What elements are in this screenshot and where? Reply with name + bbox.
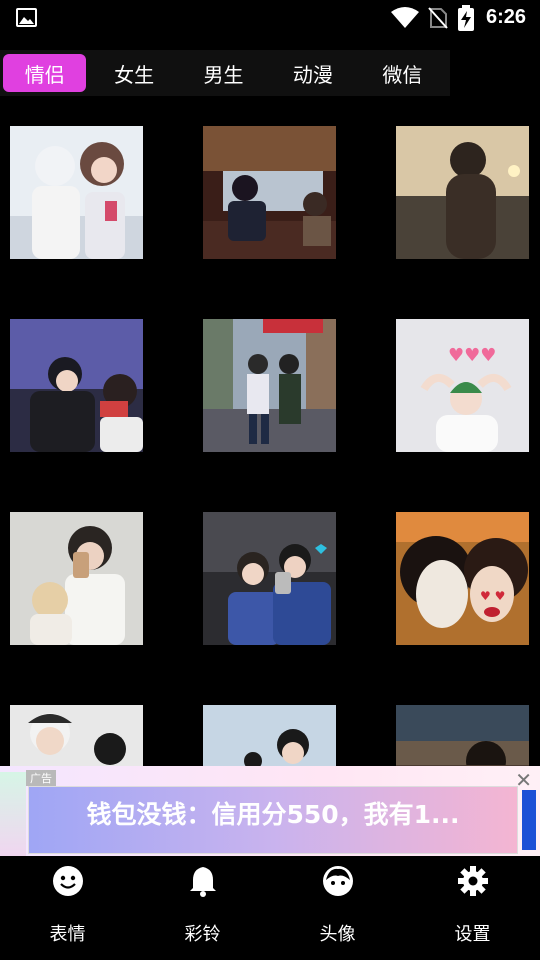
couple-avatar-3[interactable] (396, 126, 529, 259)
nav-settings[interactable]: 设置 (405, 856, 540, 960)
nav-ringtone-label: 彩铃 (184, 924, 221, 945)
tab-wechat[interactable]: 微信 (361, 54, 444, 92)
gear-icon (457, 866, 488, 896)
svg-text:♥ ♥: ♥ ♥ (480, 589, 505, 603)
avatar-face-icon (322, 866, 353, 896)
couple-avatar-5[interactable] (203, 319, 336, 452)
ad-decoration (0, 772, 26, 856)
image-icon (16, 8, 37, 27)
couple-avatar-11[interactable] (203, 705, 336, 766)
nav-avatar[interactable]: 头像 (270, 856, 405, 960)
nav-settings-label: 设置 (454, 924, 491, 945)
nav-avatar-label: 头像 (319, 924, 356, 945)
no-sim-icon (428, 7, 448, 29)
tab-girls[interactable]: 女生 (92, 54, 175, 92)
wifi-icon (391, 7, 419, 28)
couple-avatar-1[interactable] (10, 126, 143, 259)
couple-avatar-2[interactable] (203, 126, 336, 259)
couple-avatar-9[interactable]: ♥ ♥ (396, 512, 529, 645)
tab-couple[interactable]: 情侣 (3, 54, 87, 92)
couple-avatar-8[interactable] (203, 512, 336, 645)
smiley-icon (52, 866, 83, 896)
nav-emoji[interactable]: 表情 (0, 856, 135, 960)
bell-icon (189, 867, 216, 897)
status-bar: 6:26 (0, 0, 540, 36)
nav-ringtone[interactable]: 彩铃 (135, 856, 270, 960)
tab-anime[interactable]: 动漫 (271, 54, 354, 92)
category-tabs: 情侣 女生 男生 动漫 微信 (0, 50, 450, 96)
couple-avatar-12[interactable] (396, 705, 529, 766)
bottom-nav: 表情 彩铃 头像 设置 (0, 856, 540, 960)
svg-text:♥♥♥: ♥♥♥ (448, 345, 496, 366)
battery-charging-icon (458, 5, 474, 31)
ad-card[interactable]: 钱包没钱：信用分550，我有1... (28, 786, 518, 854)
couple-avatar-7[interactable] (10, 512, 143, 645)
couple-avatar-6[interactable]: ♥♥♥ (396, 319, 529, 452)
couple-avatar-4[interactable] (10, 319, 143, 452)
tab-boys[interactable]: 男生 (182, 54, 265, 92)
ad-side-bar (522, 790, 536, 850)
nav-emoji-label: 表情 (49, 924, 86, 945)
avatar-grid: ♥♥♥ ♥ ♥ (0, 96, 540, 766)
ad-banner[interactable]: 广告 ✕ 钱包没钱：信用分550，我有1... (0, 766, 540, 856)
ad-text: 钱包没钱：信用分550，我有1... (86, 800, 460, 829)
status-time: 6:26 (486, 6, 527, 28)
couple-avatar-10[interactable] (10, 705, 143, 766)
ad-badge: 广告 (26, 770, 56, 786)
